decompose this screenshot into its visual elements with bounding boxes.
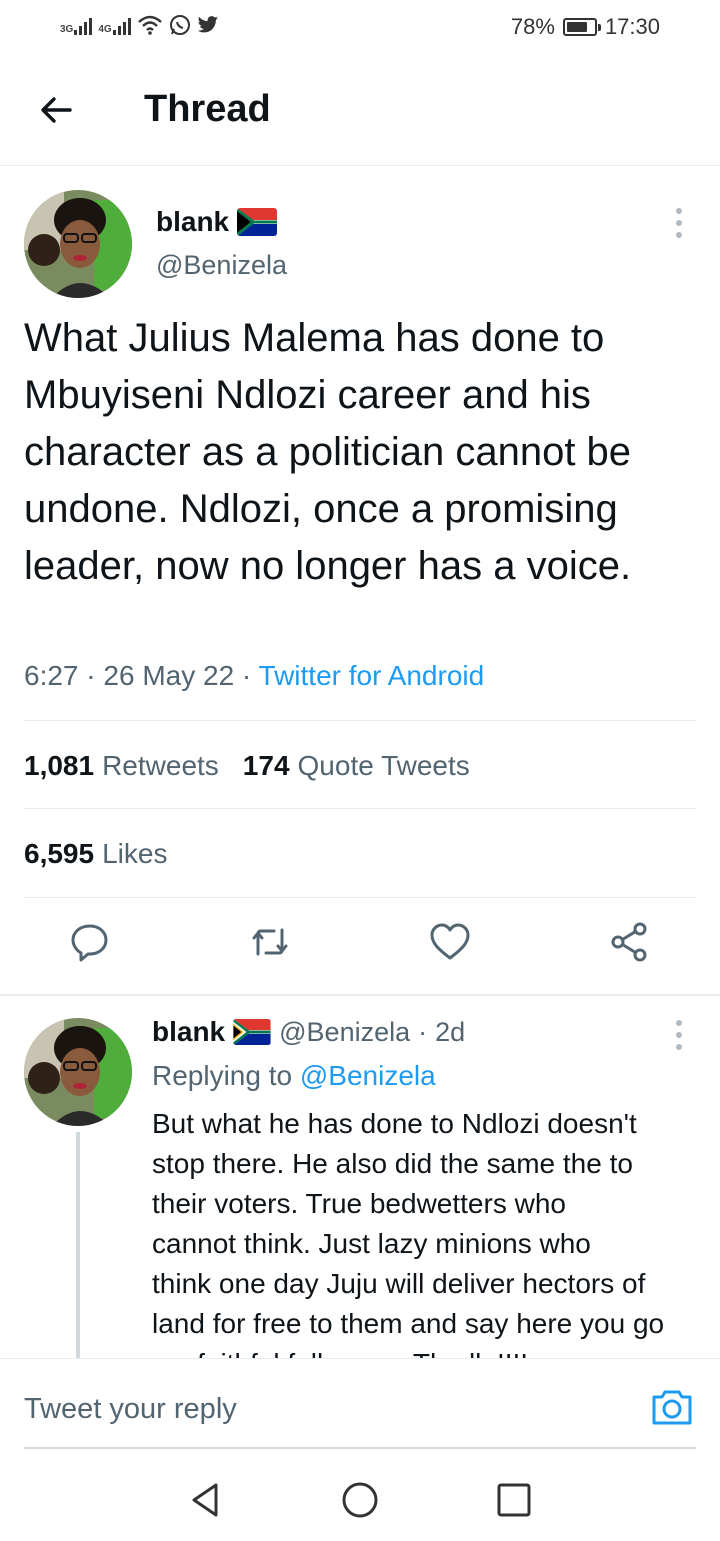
system-nav-bar bbox=[0, 1450, 720, 1541]
composer-underline bbox=[24, 1447, 696, 1449]
divider bbox=[24, 897, 696, 898]
signal-3g: 3G bbox=[60, 15, 93, 35]
author-row: blank bbox=[156, 206, 278, 238]
replying-to-label: Replying to bbox=[152, 1060, 293, 1091]
like-heart-icon[interactable] bbox=[428, 920, 472, 964]
tweet-meta: 6:27 · 26 May 22 · Twitter for Android bbox=[24, 660, 484, 692]
retweets-stat[interactable]: 1,081 Retweets bbox=[24, 750, 219, 782]
author-handle[interactable]: @Benizela bbox=[156, 250, 287, 281]
south-africa-flag-icon bbox=[237, 208, 278, 236]
south-africa-flag-icon bbox=[233, 1019, 271, 1045]
nav-home-icon[interactable] bbox=[340, 1480, 380, 1520]
section-divider bbox=[0, 994, 720, 996]
nav-recents-icon[interactable] bbox=[494, 1480, 534, 1520]
reply-avatar[interactable] bbox=[24, 1018, 132, 1126]
reply-icon[interactable] bbox=[68, 920, 112, 964]
reply-author-name[interactable]: blank bbox=[152, 1016, 225, 1048]
likes-stat-row: 6,595 Likes bbox=[24, 838, 167, 870]
quote-tweets-stat[interactable]: 174 Quote Tweets bbox=[243, 750, 470, 782]
avatar[interactable] bbox=[24, 190, 132, 298]
wifi-icon bbox=[137, 15, 162, 35]
likes-count: 6,595 bbox=[24, 838, 95, 869]
battery-fill bbox=[566, 22, 588, 32]
twitter-icon bbox=[197, 16, 218, 33]
retweets-label: Retweets bbox=[102, 750, 219, 781]
reply-text: But what he has done to Ndlozi doesn't s… bbox=[152, 1108, 665, 1358]
reply-more-options-icon[interactable] bbox=[674, 1020, 684, 1050]
replying-to-line: Replying to @Benizela bbox=[152, 1060, 436, 1092]
tweet-actions bbox=[0, 920, 720, 976]
status-bar: 3G 4G 78% 17:30 bbox=[0, 0, 720, 56]
app-header: Thread bbox=[0, 56, 720, 166]
quote-tweets-count: 174 bbox=[242, 750, 290, 781]
divider bbox=[24, 720, 696, 721]
whatsapp-icon bbox=[169, 15, 190, 35]
battery-percent: 78% bbox=[510, 14, 555, 39]
status-right: 78% 17:30 bbox=[511, 14, 660, 40]
reply-separator: · bbox=[418, 1016, 428, 1047]
nav-back-icon[interactable] bbox=[186, 1480, 226, 1520]
signal-icon bbox=[112, 15, 131, 35]
thread-connector-line bbox=[76, 1132, 80, 1358]
reply-author-handle[interactable]: @Benizela bbox=[279, 1017, 410, 1048]
tweet-text: What Julius Malema has done to Mbuyiseni… bbox=[24, 316, 632, 588]
tweet-source-link[interactable]: Twitter for Android bbox=[259, 660, 485, 691]
reply-input[interactable]: Tweet your reply bbox=[24, 1393, 237, 1426]
camera-icon[interactable] bbox=[650, 1387, 694, 1427]
likes-label: Likes bbox=[102, 838, 168, 869]
tweet-stats-row: 1,081 Retweets 174 Quote Tweets bbox=[24, 750, 470, 782]
share-icon[interactable] bbox=[608, 920, 652, 964]
quote-tweets-label: Quote Tweets bbox=[297, 750, 470, 781]
meta-separator: · bbox=[86, 660, 104, 691]
back-arrow-icon[interactable] bbox=[36, 90, 76, 130]
signal-icon bbox=[74, 15, 93, 35]
avatar-image bbox=[24, 1018, 132, 1126]
reply-author-row: blank @Benizela · 2d bbox=[152, 1016, 465, 1048]
page-title: Thread bbox=[144, 88, 271, 130]
retweets-count: 1,081 bbox=[24, 750, 95, 781]
signal-4g: 4G bbox=[98, 15, 131, 35]
author-name[interactable]: blank bbox=[156, 206, 229, 238]
likes-stat[interactable]: 6,595 Likes bbox=[24, 838, 167, 870]
retweet-icon[interactable] bbox=[248, 920, 292, 964]
more-options-icon[interactable] bbox=[674, 208, 684, 238]
meta-separator: · bbox=[241, 660, 259, 691]
reply-composer: Tweet your reply bbox=[0, 1358, 720, 1449]
network-type-label: 4G bbox=[98, 24, 112, 35]
clock: 17:30 bbox=[604, 14, 660, 39]
reply-age: 2d bbox=[435, 1016, 466, 1047]
divider bbox=[24, 808, 696, 809]
battery-icon bbox=[562, 18, 601, 36]
status-left: 3G 4G bbox=[60, 14, 219, 36]
avatar-image bbox=[24, 190, 132, 298]
replying-to-handle[interactable]: @Benizela bbox=[300, 1060, 436, 1091]
network-type-label: 3G bbox=[60, 24, 74, 35]
tweet-date: 26 May 22 bbox=[103, 660, 235, 691]
tweet-time: 6:27 bbox=[24, 660, 79, 691]
